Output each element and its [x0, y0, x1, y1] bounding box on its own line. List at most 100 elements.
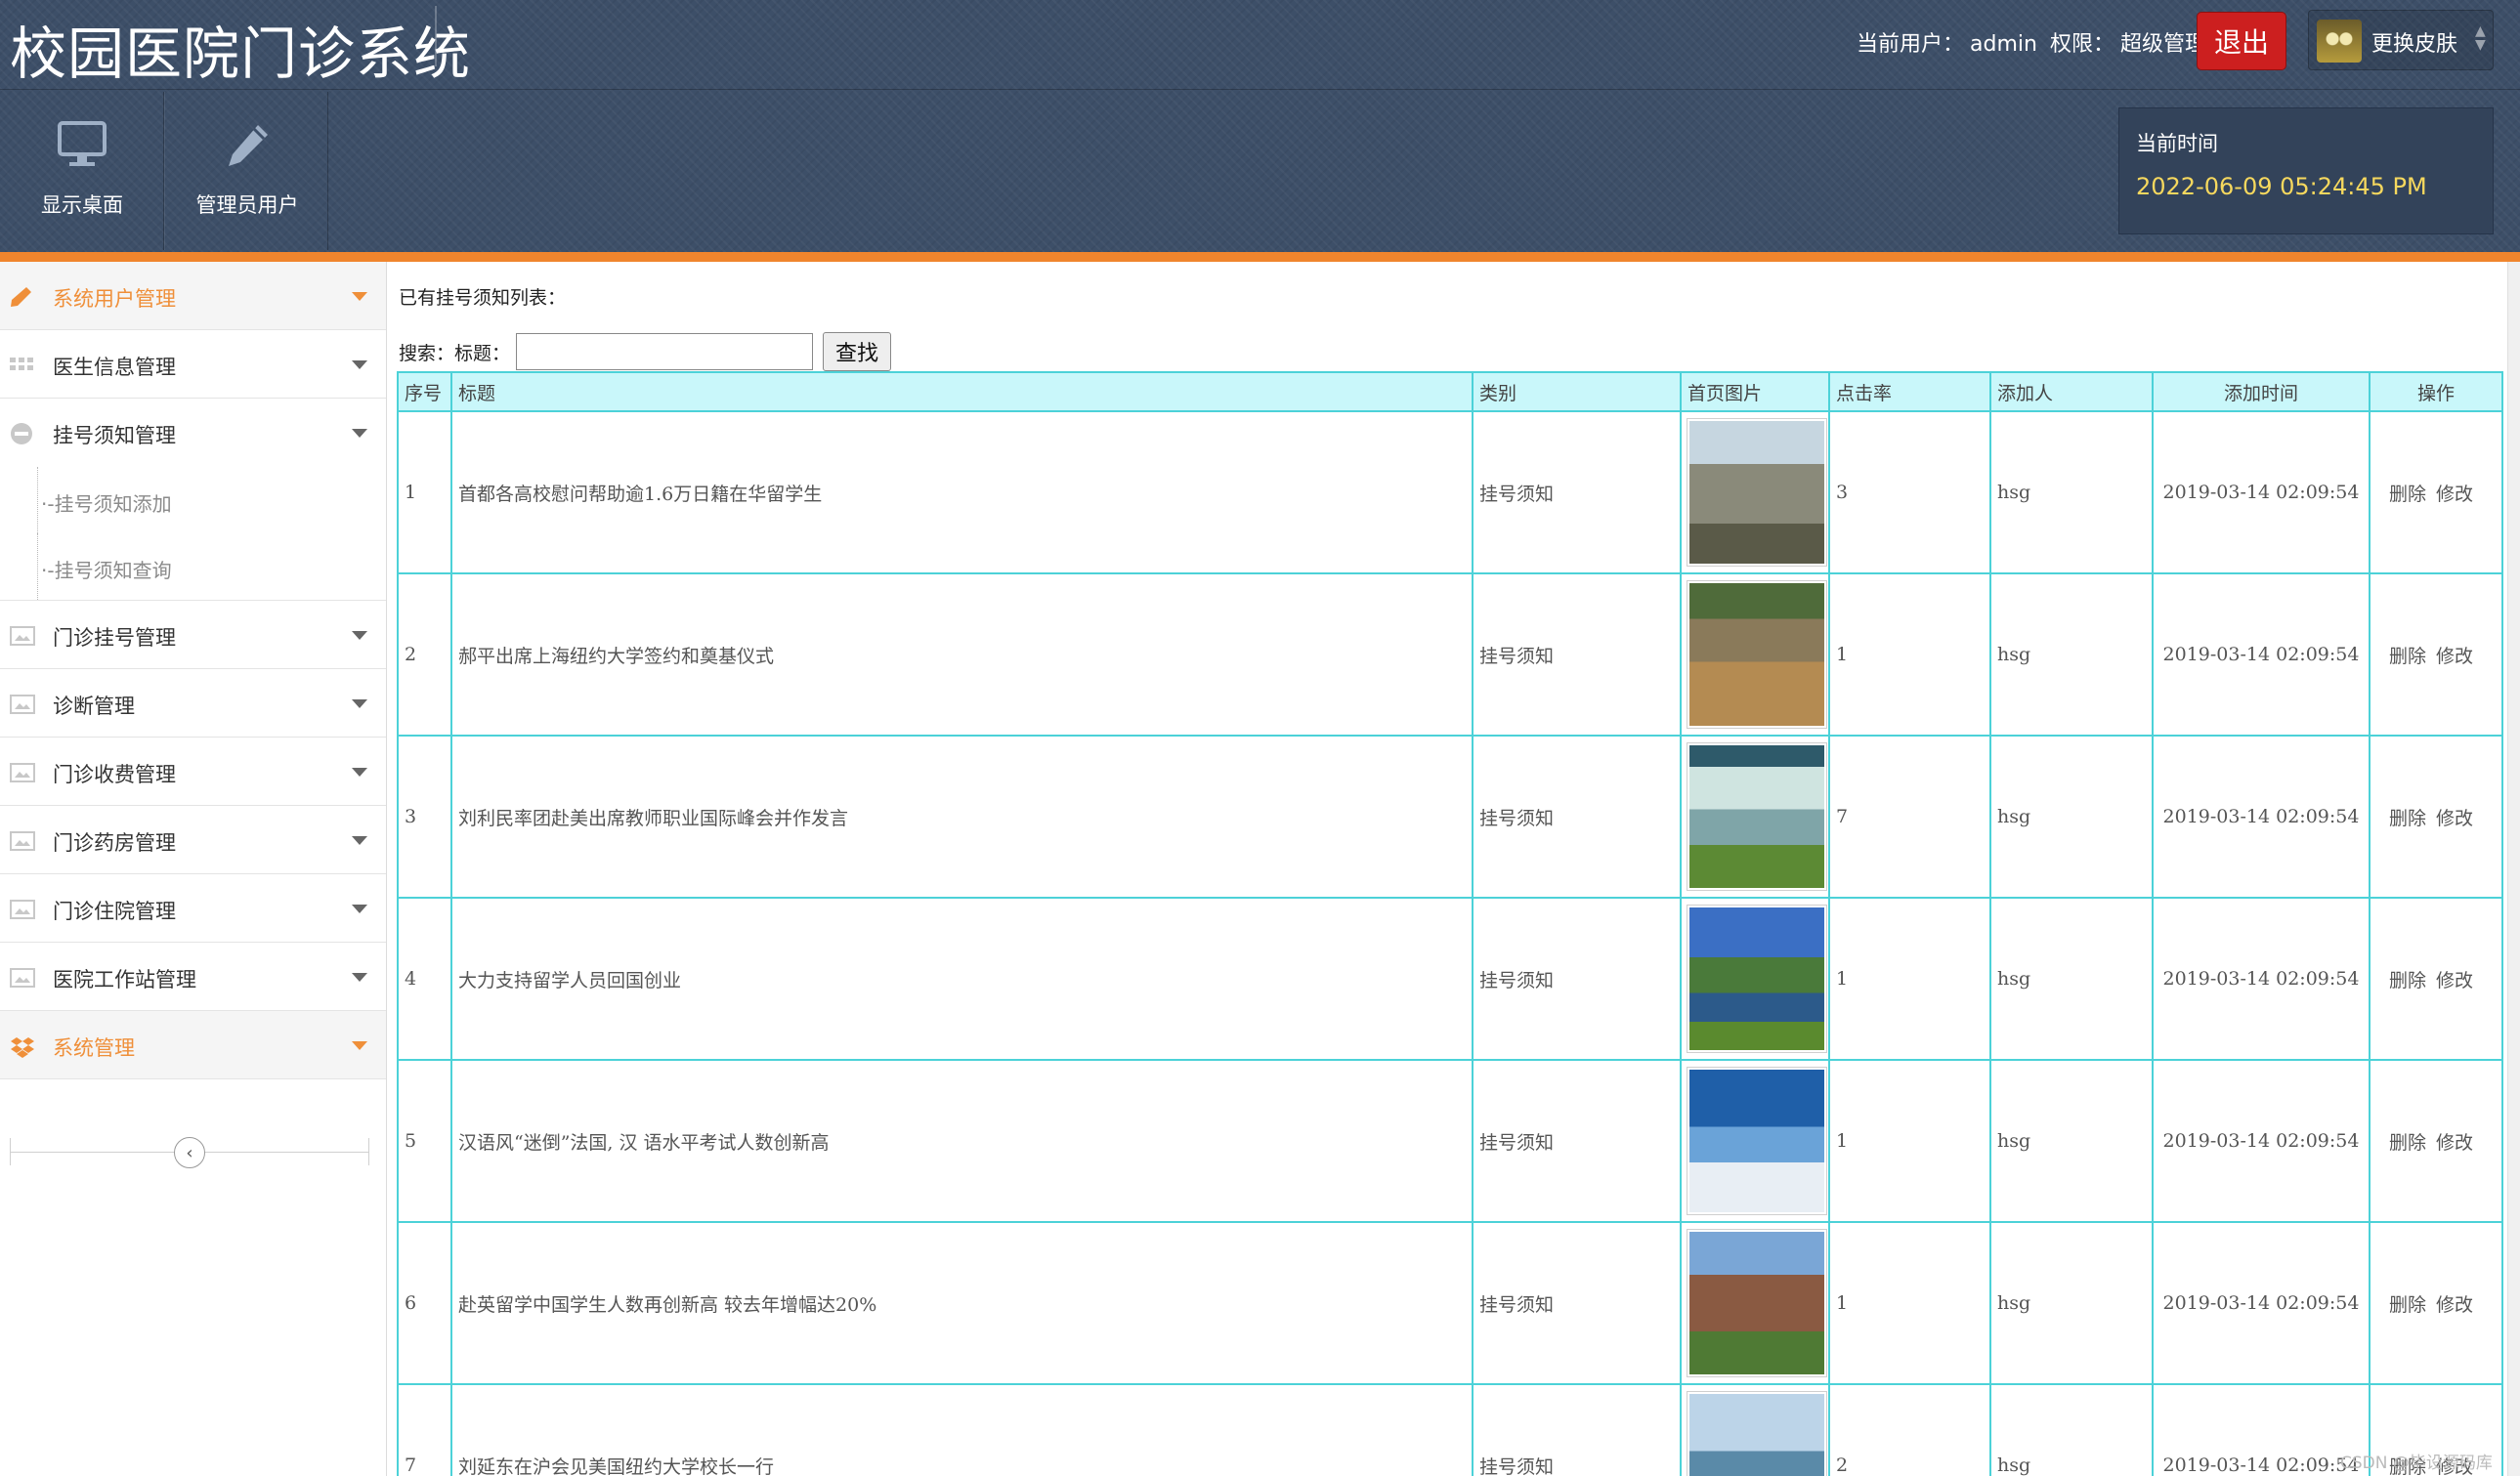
- search-field-label: 标题：: [454, 342, 511, 364]
- image-icon: [10, 762, 35, 782]
- chevron-down-icon: [352, 1041, 367, 1050]
- col-header-time: 添加时间: [2152, 371, 2371, 412]
- delete-link[interactable]: 删除: [2389, 970, 2426, 991]
- edit-link[interactable]: 修改: [2436, 970, 2473, 991]
- sidebar-item-registration-notice[interactable]: 挂号须知管理: [0, 399, 386, 467]
- edit-link[interactable]: 修改: [2436, 1132, 2473, 1154]
- delete-link[interactable]: 删除: [2389, 808, 2426, 829]
- chevron-down-icon: [352, 973, 367, 982]
- sidebar-subitem-add-notice[interactable]: ·-挂号须知添加: [0, 467, 386, 533]
- cell-image: [1680, 572, 1830, 737]
- cell-author: hsg: [1989, 1383, 2154, 1476]
- cell-no: 6: [397, 1221, 452, 1385]
- sidebar-item-label: 门诊药房管理: [53, 831, 176, 855]
- col-header-actions: 操作: [2369, 371, 2503, 412]
- sidebar-item-doctors[interactable]: 医生信息管理: [0, 330, 386, 399]
- pencil-icon: [165, 119, 329, 178]
- show-desktop-button[interactable]: 显示桌面: [0, 92, 164, 250]
- change-skin-button[interactable]: 更换皮肤 ▲ ▼: [2308, 10, 2494, 70]
- edit-link[interactable]: 修改: [2436, 646, 2473, 667]
- cell-time: 2019-03-14 02:09:54: [2152, 735, 2371, 899]
- header-accent-line: [0, 252, 2520, 262]
- sidebar-item-workstation[interactable]: 医院工作站管理: [0, 943, 386, 1011]
- notice-table: 序号 标题 类别 首页图片 点击率 添加人 添加时间 操作 1 首都各高校慰问帮…: [397, 371, 2503, 1476]
- sidebar-item-system-management[interactable]: 系统管理: [0, 1011, 386, 1079]
- sidebar-item-label: 挂号须知管理: [53, 424, 176, 447]
- sidebar-item-diagnosis[interactable]: 诊断管理: [0, 669, 386, 738]
- cell-image: [1680, 1059, 1830, 1223]
- col-header-clicks: 点击率: [1828, 371, 1991, 412]
- table-row: 1 首都各高校慰问帮助逾1.6万日籍在华留学生 挂号须知 3 hsg 2019-…: [397, 410, 2503, 574]
- tree-line: [37, 467, 38, 533]
- chevron-down-icon: [352, 768, 367, 777]
- edit-link[interactable]: 修改: [2436, 484, 2473, 505]
- col-header-title: 标题: [450, 371, 1474, 412]
- sidebar-item-system-users[interactable]: 系统用户管理: [0, 262, 386, 330]
- admin-user-label: 管理员用户: [195, 193, 299, 217]
- edit-link[interactable]: 修改: [2436, 1294, 2473, 1316]
- skin-label: 更换皮肤: [2371, 32, 2458, 57]
- cell-title: 赴英留学中国学生人数再创新高 较去年增幅达20%: [450, 1221, 1474, 1385]
- cell-category: 挂号须知: [1472, 897, 1682, 1061]
- col-header-image: 首页图片: [1680, 371, 1830, 412]
- vertical-scrollbar[interactable]: [2507, 262, 2520, 1476]
- table-row: 6 赴英留学中国学生人数再创新高 较去年增幅达20% 挂号须知 1 hsg 20…: [397, 1221, 2503, 1385]
- monitor-icon: [0, 119, 164, 178]
- search-button[interactable]: 查找: [823, 332, 892, 371]
- skin-avatar: [2317, 20, 2362, 63]
- cell-category: 挂号须知: [1472, 1221, 1682, 1385]
- cell-actions: 删除 修改: [2369, 410, 2503, 574]
- cell-author: hsg: [1989, 410, 2154, 574]
- thumbnail-image: [1687, 743, 1826, 890]
- chevron-down-icon: [352, 360, 367, 369]
- current-user-info: 当前用户： admin 权限： 超级管理员: [1857, 26, 2234, 58]
- dropbox-icon: [10, 1035, 34, 1058]
- col-header-author: 添加人: [1989, 371, 2154, 412]
- chevron-down-icon: [352, 905, 367, 913]
- cell-title: 大力支持留学人员回国创业: [450, 897, 1474, 1061]
- search-input[interactable]: [516, 333, 814, 370]
- app-header: 校园医院门诊系统 当前用户： admin 权限： 超级管理员 退出 更换皮肤 ▲ ▼ …: [0, 0, 2520, 254]
- tree-line: [37, 533, 38, 600]
- delete-link[interactable]: 删除: [2389, 484, 2426, 505]
- delete-link[interactable]: 删除: [2389, 1294, 2426, 1316]
- cell-clicks: 1: [1828, 897, 1991, 1061]
- chevron-down-icon: [352, 836, 367, 845]
- search-label: 搜索：: [399, 342, 455, 364]
- logout-button[interactable]: 退出: [2197, 12, 2286, 70]
- delete-link[interactable]: 删除: [2389, 1132, 2426, 1154]
- search-bar: 搜索： 标题： 查找: [399, 332, 892, 371]
- cell-title: 刘延东在沪会见美国纽约大学校长一行: [450, 1383, 1474, 1476]
- cell-category: 挂号须知: [1472, 572, 1682, 737]
- sidebar-item-pharmacy[interactable]: 门诊药房管理: [0, 806, 386, 874]
- cell-author: hsg: [1989, 1221, 2154, 1385]
- sidebar-item-inpatient[interactable]: 门诊住院管理: [0, 874, 386, 943]
- table-row: 7 刘延东在沪会见美国纽约大学校长一行 挂号须知 2 hsg 2019-03-1…: [397, 1383, 2503, 1476]
- cell-actions: 删除 修改: [2369, 1059, 2503, 1223]
- col-header-no: 序号: [397, 371, 452, 412]
- sidebar-item-label: 门诊住院管理: [53, 900, 176, 923]
- cell-clicks: 1: [1828, 1221, 1991, 1385]
- cell-actions: 删除 修改: [2369, 572, 2503, 737]
- role-prefix: 权限：: [2049, 32, 2114, 57]
- edit-link[interactable]: 修改: [2436, 808, 2473, 829]
- sidebar-item-outpatient-registration[interactable]: 门诊挂号管理: [0, 601, 386, 669]
- sidebar: 系统用户管理 医生信息管理 挂号须知管理 ·-挂号须知添加 ·-挂号须知查询 门…: [0, 262, 387, 1476]
- cell-title: 汉语风“迷倒”法国, 汉 语水平考试人数创新高: [450, 1059, 1474, 1223]
- collapse-sidebar-button[interactable]: ‹: [174, 1137, 205, 1168]
- delete-link[interactable]: 删除: [2389, 646, 2426, 667]
- pencil-icon: [10, 286, 33, 307]
- main-content: 已有挂号须知列表： 搜索： 标题： 查找 序号 标题 类别 首页图片 点击率 添…: [389, 262, 2520, 1476]
- sidebar-item-label: 诊断管理: [53, 695, 135, 718]
- current-time-label: 当前时间: [2136, 132, 2218, 155]
- thumbnail-image: [1687, 1392, 1826, 1476]
- image-icon: [10, 694, 35, 714]
- cell-category: 挂号须知: [1472, 410, 1682, 574]
- admin-user-button[interactable]: 管理员用户: [164, 92, 328, 250]
- image-icon: [10, 625, 35, 646]
- table-header-row: 序号 标题 类别 首页图片 点击率 添加人 添加时间 操作: [397, 371, 2503, 412]
- sidebar-subitem-query-notice[interactable]: ·-挂号须知查询: [0, 533, 386, 600]
- sidebar-item-billing[interactable]: 门诊收费管理: [0, 738, 386, 806]
- chevron-down-icon: [352, 699, 367, 708]
- table-row: 4 大力支持留学人员回国创业 挂号须知 1 hsg 2019-03-14 02:…: [397, 897, 2503, 1061]
